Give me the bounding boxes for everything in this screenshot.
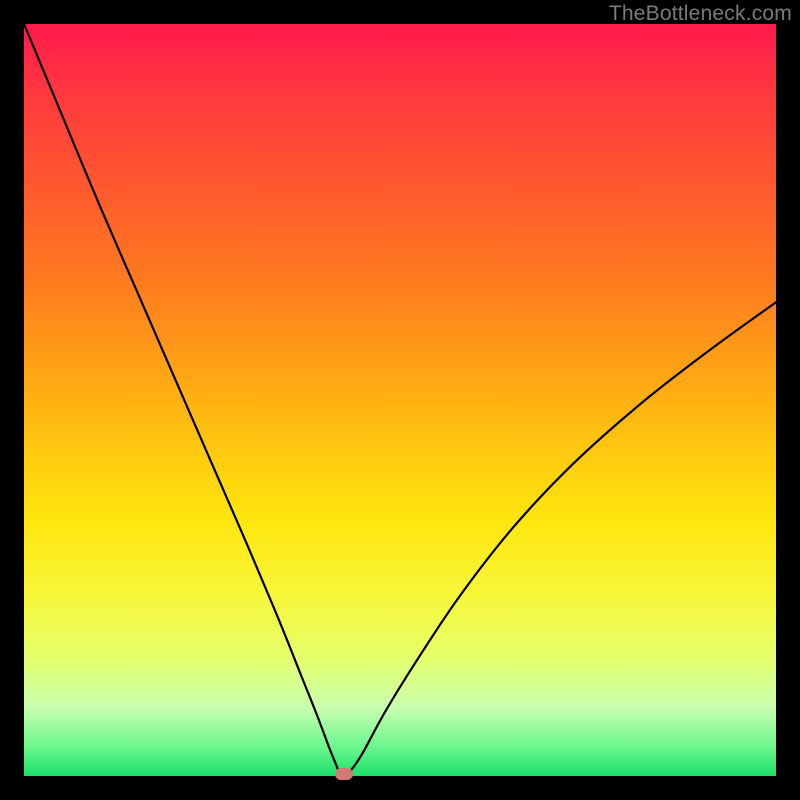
- chart-frame: TheBottleneck.com: [0, 0, 800, 800]
- watermark-text: TheBottleneck.com: [609, 2, 792, 26]
- optimum-marker: [335, 768, 353, 780]
- plot-area: [24, 24, 776, 776]
- bottleneck-curve: [24, 24, 776, 776]
